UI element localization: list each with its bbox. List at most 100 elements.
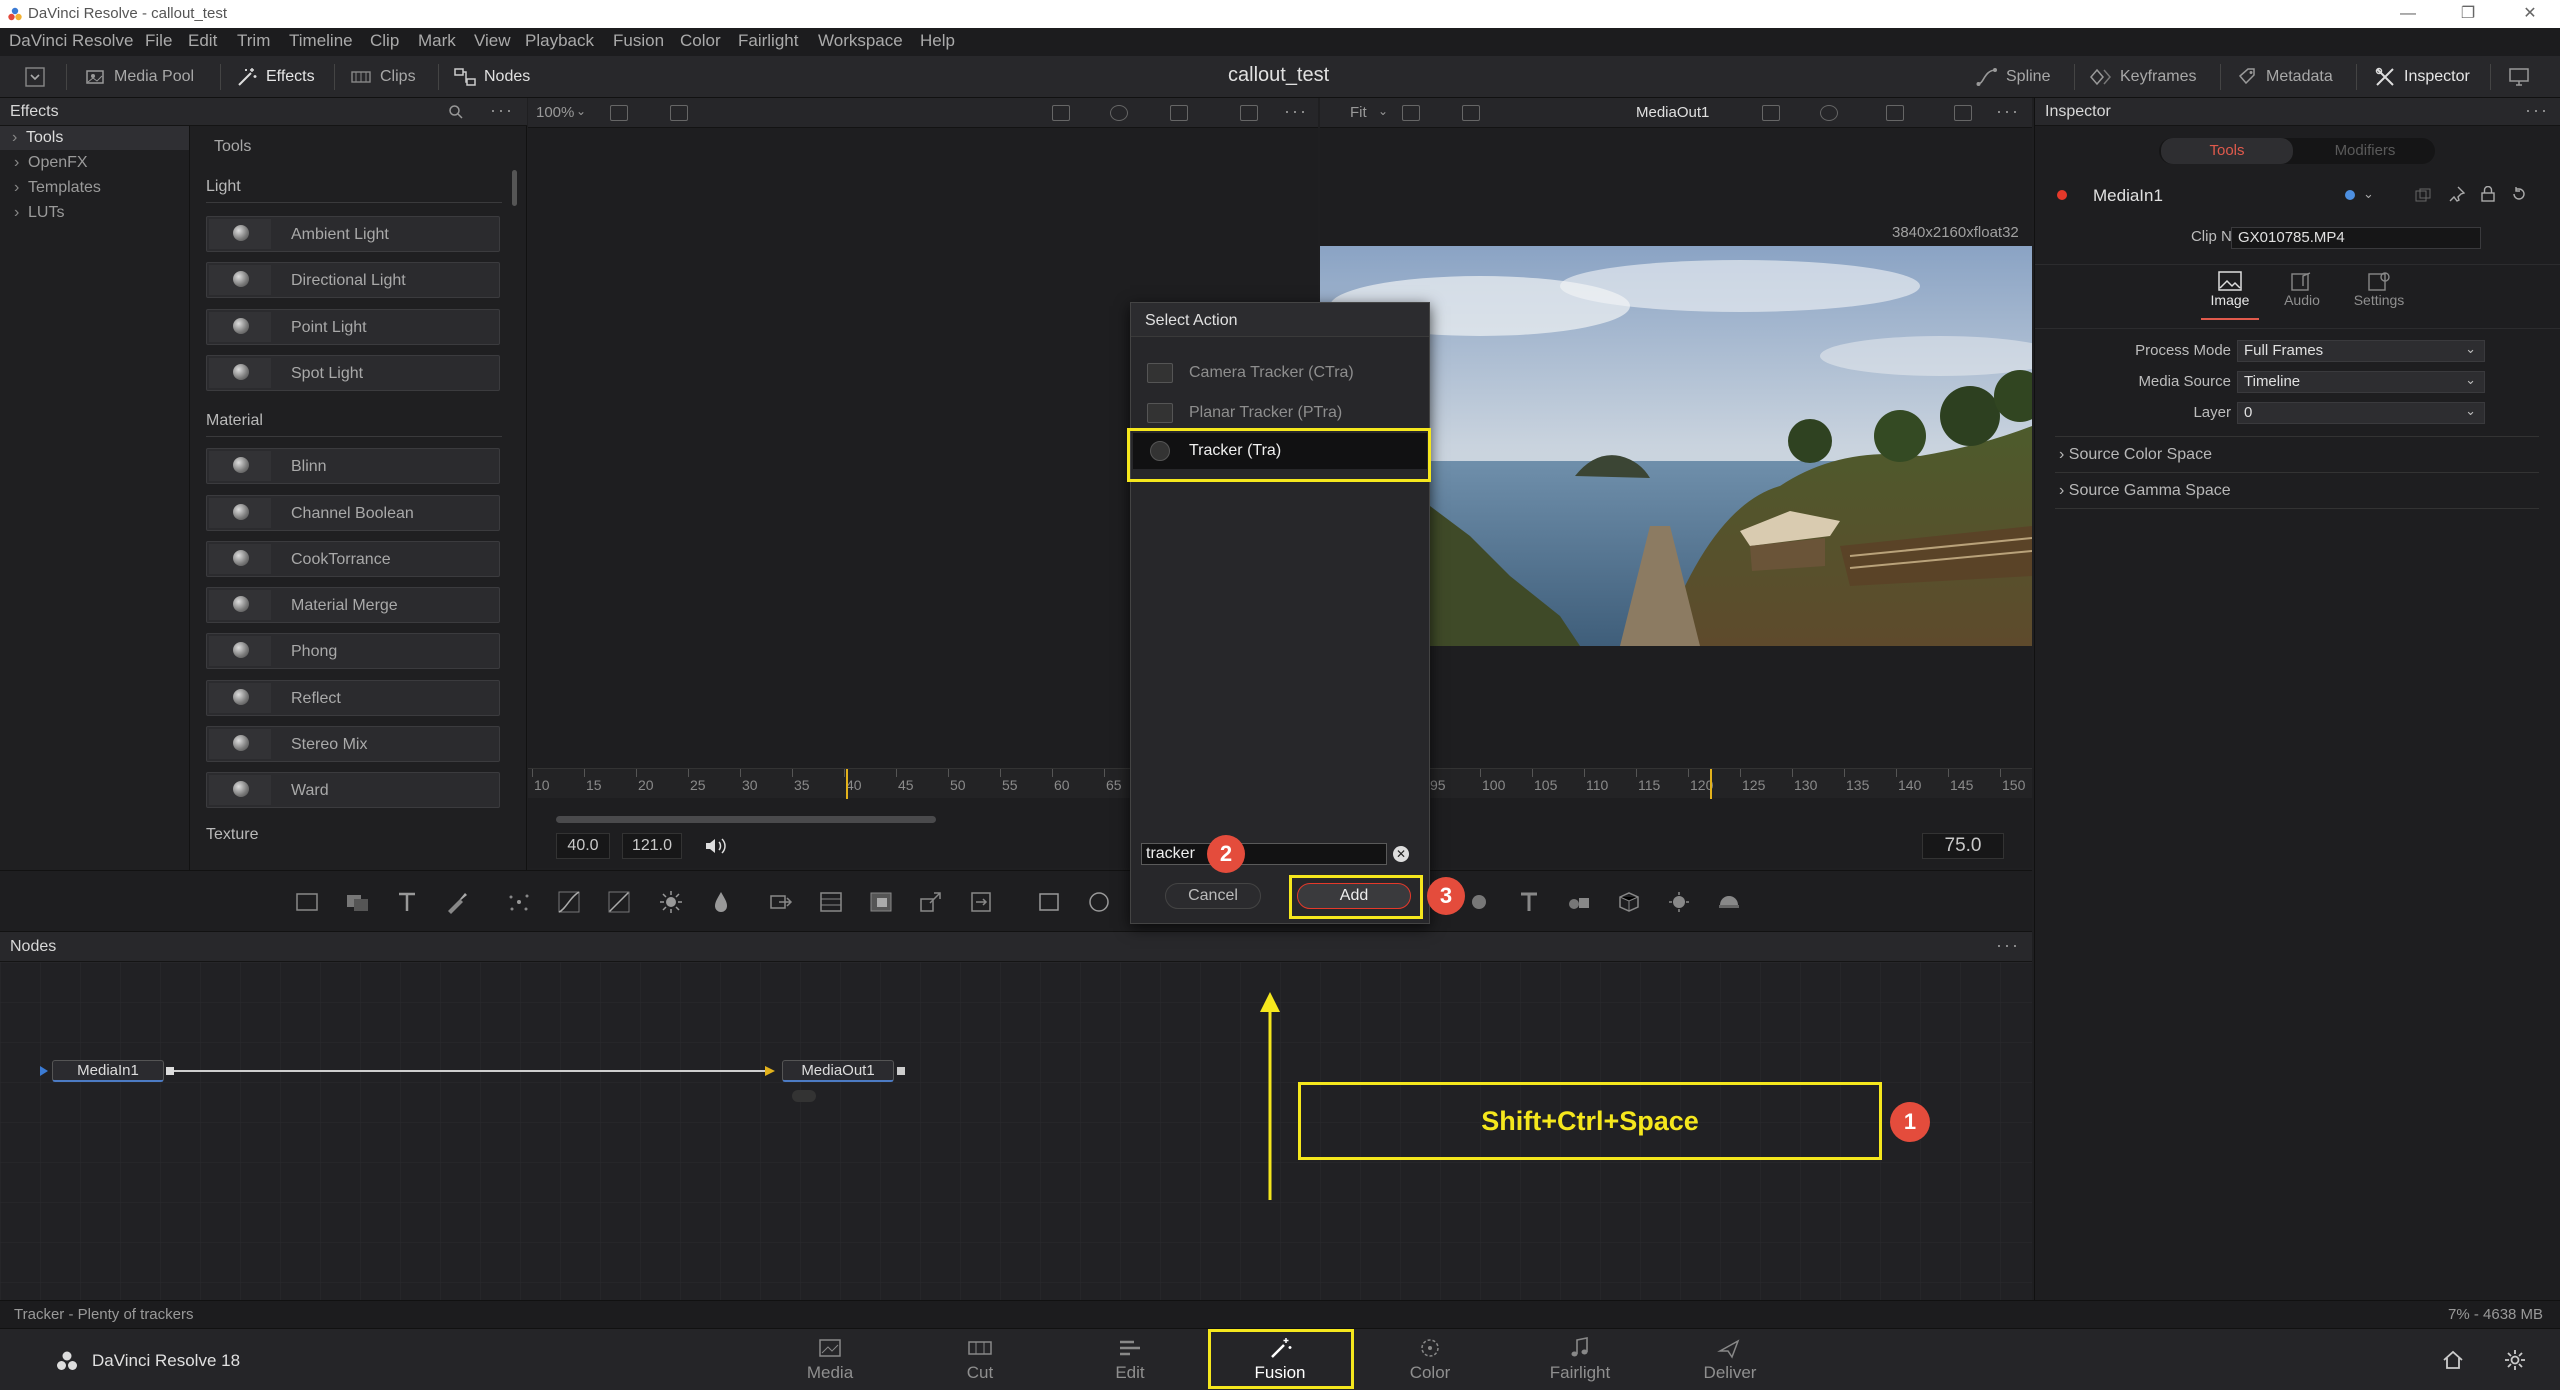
cancel-button[interactable]: Cancel (1165, 883, 1261, 909)
action-search-input[interactable] (1141, 843, 1387, 865)
current-frame-field[interactable]: 75.0 (1922, 833, 2004, 859)
grid-icon[interactable] (1170, 105, 1188, 121)
menu-playback[interactable]: Playback (525, 31, 594, 51)
inspector-options-icon[interactable]: ··· (2525, 100, 2549, 121)
tool-ward[interactable]: Ward (206, 772, 500, 808)
tool-cooktorrance[interactable]: CookTorrance (206, 541, 500, 577)
inspector-button[interactable]: Inspector (2374, 65, 2470, 89)
action-camera-tracker[interactable]: Camera Tracker (CTra) (1133, 355, 1427, 391)
source-color-space-section[interactable]: › Source Color Space (2059, 446, 2212, 464)
tools-scrollbar[interactable] (512, 170, 517, 206)
tool-phong[interactable]: Phong (206, 633, 500, 669)
roi-icon[interactable] (670, 105, 688, 121)
grid-icon[interactable] (1886, 105, 1904, 121)
menu-help[interactable]: Help (920, 31, 955, 51)
menu-view[interactable]: View (474, 31, 511, 51)
workspace-dropdown[interactable] (24, 65, 46, 89)
renderer3d-tool-icon[interactable] (1716, 889, 1742, 915)
particles-tool-icon[interactable] (506, 889, 532, 915)
playhead-start-marker[interactable] (846, 769, 848, 799)
pin-icon[interactable] (2449, 186, 2465, 202)
layer-dropdown[interactable]: 0 ⌄ (2237, 402, 2485, 424)
tool-ambient-light[interactable]: Ambient Light (206, 216, 500, 252)
merge-tool-icon[interactable] (768, 889, 794, 915)
viewer-right-options-icon[interactable]: ··· (1996, 101, 2020, 122)
loader-tool-icon[interactable] (344, 889, 370, 915)
page-deliver[interactable]: Deliver (1670, 1335, 1790, 1383)
fullscreen-monitor-button[interactable] (2508, 65, 2530, 89)
menu-davinci[interactable]: DaVinci Resolve (9, 31, 133, 51)
clips-button[interactable]: Clips (350, 65, 416, 89)
action-planar-tracker[interactable]: Planar Tracker (PTra) (1133, 395, 1427, 431)
spline-button[interactable]: Spline (1976, 65, 2050, 89)
page-edit[interactable]: Edit (1070, 1335, 1190, 1383)
camera3d-tool-icon[interactable] (1616, 889, 1642, 915)
background-tool-icon[interactable] (294, 889, 320, 915)
ellipse-mask-icon[interactable] (1086, 889, 1112, 915)
tab-tools[interactable]: Tools (2161, 138, 2293, 164)
render-end-field[interactable]: 121.0 (622, 833, 682, 859)
tab-modifiers[interactable]: Modifiers (2297, 138, 2433, 164)
reset-icon[interactable] (2511, 186, 2527, 202)
node-mediain1[interactable]: MediaIn1 (52, 1060, 164, 1082)
shape3d-tool-icon[interactable] (1466, 889, 1492, 915)
keyframes-button[interactable]: Keyframes (2090, 65, 2196, 89)
effects-button[interactable]: Effects (236, 65, 315, 89)
speaker-icon[interactable] (704, 836, 728, 856)
light3d-tool-icon[interactable] (1666, 889, 1692, 915)
node-output-port[interactable] (897, 1067, 905, 1075)
clear-search-icon[interactable]: ✕ (1393, 846, 1409, 862)
effects-options-icon[interactable]: ··· (490, 100, 514, 121)
lut-icon[interactable] (1762, 105, 1780, 121)
page-cut[interactable]: Cut (920, 1335, 1040, 1383)
channel-booleans-tool-icon[interactable] (818, 889, 844, 915)
tree-item-luts[interactable]: › LUTs (14, 204, 64, 222)
view-mode-icon[interactable] (1954, 105, 1972, 121)
roi-icon[interactable] (1462, 105, 1480, 121)
rectangle-mask-icon[interactable] (1036, 889, 1062, 915)
matte-control-tool-icon[interactable] (868, 889, 894, 915)
source-gamma-space-section[interactable]: › Source Gamma Space (2059, 482, 2231, 500)
tree-item-tools[interactable]: › Tools (0, 126, 189, 150)
search-icon[interactable] (448, 104, 464, 120)
minimize-icon[interactable]: — (2388, 0, 2428, 28)
transform-tool-icon[interactable] (968, 889, 994, 915)
viewer-right-zoom[interactable]: Fit (1350, 104, 1367, 121)
media-pool-button[interactable]: Media Pool (84, 65, 194, 89)
subtab-image[interactable]: Image (2201, 270, 2259, 320)
channel-icon[interactable] (1820, 105, 1838, 121)
brightness-tool-icon[interactable] (658, 889, 684, 915)
node-mediaout1[interactable]: MediaOut1 (782, 1060, 894, 1082)
viewer-options-icon[interactable] (610, 105, 628, 121)
page-fairlight[interactable]: Fairlight (1520, 1335, 1640, 1383)
tool-directional-light[interactable]: Directional Light (206, 262, 500, 298)
media-source-dropdown[interactable]: Timeline ⌄ (2237, 371, 2485, 393)
viewer-options-icon[interactable] (1402, 105, 1420, 121)
merge3d-tool-icon[interactable] (1566, 889, 1592, 915)
nodes-button[interactable]: Nodes (454, 65, 530, 89)
node-output-port[interactable] (166, 1067, 174, 1075)
tree-item-templates[interactable]: › Templates (14, 179, 101, 197)
menu-edit[interactable]: Edit (188, 31, 217, 51)
render-start-field[interactable]: 40.0 (556, 833, 610, 859)
lock-icon[interactable] (2481, 186, 2495, 202)
blur-tool-icon[interactable] (708, 889, 734, 915)
menu-fusion[interactable]: Fusion (613, 31, 664, 51)
tool-stereo-mix[interactable]: Stereo Mix (206, 726, 500, 762)
tree-item-openfx[interactable]: › OpenFX (14, 154, 88, 172)
subtab-audio[interactable]: Audio (2273, 270, 2331, 320)
tool-spot-light[interactable]: Spot Light (206, 355, 500, 391)
tool-material-merge[interactable]: Material Merge (206, 587, 500, 623)
tool-blinn[interactable]: Blinn (206, 448, 500, 484)
viewer-left-options-icon[interactable]: ··· (1284, 101, 1308, 122)
process-mode-dropdown[interactable]: Full Frames ⌄ (2237, 340, 2485, 362)
timeline-scrollbar[interactable] (556, 816, 936, 823)
page-media[interactable]: Media (770, 1335, 890, 1383)
menu-trim[interactable]: Trim (237, 31, 270, 51)
color-corrector-tool-icon[interactable] (606, 889, 632, 915)
metadata-button[interactable]: Metadata (2236, 65, 2333, 89)
chevron-down-icon[interactable]: ⌄ (1378, 104, 1388, 118)
tool-channel-boolean[interactable]: Channel Boolean (206, 495, 500, 531)
menu-workspace[interactable]: Workspace (818, 31, 903, 51)
tool-reflect[interactable]: Reflect (206, 680, 500, 716)
